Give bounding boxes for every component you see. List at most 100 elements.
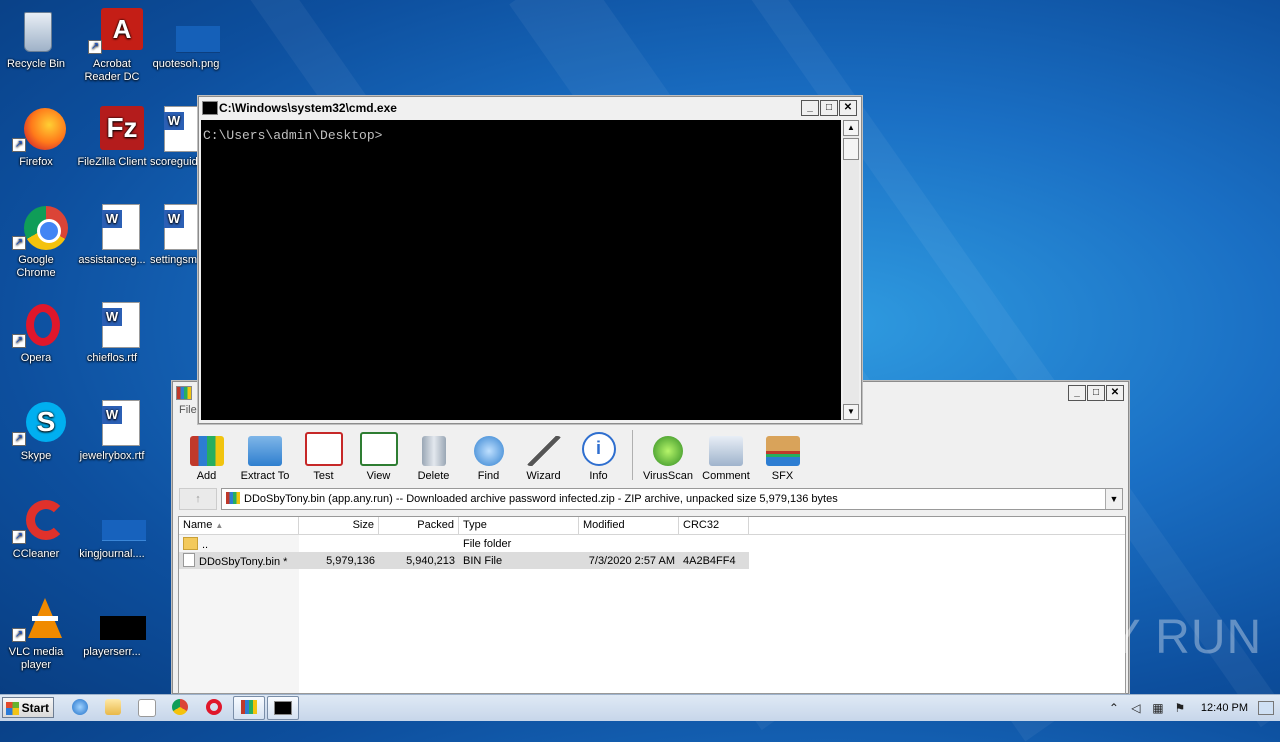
wizard-button[interactable]: Wizard [516,436,571,486]
file-explorer-icon[interactable] [105,699,121,715]
find-button[interactable]: Find [461,436,516,486]
add-button[interactable]: Add [179,436,234,486]
sfx-button[interactable]: SFX [755,436,810,486]
desktop-icon-acrobat[interactable]: A ↗ Acrobat Reader DC [76,8,148,84]
cmd-window[interactable]: C:\Windows\system32\cmd.exe _ □ ✕ C:\Use… [198,96,862,424]
extract-folder-icon [248,436,282,466]
scroll-down-arrow[interactable]: ▼ [843,404,859,420]
sort-up-icon: ▲ [215,521,224,530]
image-file-icon [162,8,220,54]
col-name-label: Name [183,519,213,531]
close-button[interactable]: ✕ [839,100,857,116]
desktop-icon-scoreguid[interactable]: W scoreguid [150,106,198,169]
minimize-button[interactable]: _ [801,100,819,116]
desktop-icon-chrome[interactable]: ↗ Google Chrome [0,204,72,280]
clock[interactable]: 12:40 PM [1201,702,1248,714]
desktop-icon-label: Skype [20,450,52,462]
show-hidden-icons-icon[interactable]: ⌃ [1107,701,1121,715]
maximize-button[interactable]: □ [1087,385,1105,401]
desktop-icon-ccleaner[interactable]: ↗ CCleaner [0,498,72,561]
col-modified[interactable]: Modified [579,517,679,534]
delete-button[interactable]: Delete [406,436,461,486]
menu-file[interactable]: File [179,404,197,416]
scroll-thumb[interactable] [843,138,859,160]
row-type: File folder [463,537,512,550]
chrome-taskbar-icon[interactable] [172,699,188,715]
winrar-window[interactable]: _ □ ✕ File Add Extract To Test View Dele… [172,381,1129,694]
up-folder-button[interactable]: ↑ [179,488,217,510]
col-type[interactable]: Type [459,517,579,534]
maximize-button[interactable]: □ [820,100,838,116]
file-list[interactable]: Name ▲ Size Packed Type Modified CRC32 .… [178,516,1126,694]
desktop-icon-settingsm[interactable]: W settingsm [150,204,198,267]
desktop-icon-skype[interactable]: S ↗ Skype [0,400,72,463]
recycle-bin-icon [12,8,60,54]
minimize-button[interactable]: _ [1068,385,1086,401]
cmd-titlebar[interactable]: C:\Windows\system32\cmd.exe _ □ ✕ [199,97,861,119]
show-desktop-button[interactable] [1258,701,1274,715]
desktop-icon-assistanceg[interactable]: W assistanceg... [76,204,148,267]
desktop-icon-recycle-bin[interactable]: Recycle Bin [0,8,72,71]
desktop-icon-quotesoh[interactable]: quotesoh.png [150,8,222,71]
table-row[interactable]: .. File folder [179,535,1125,552]
col-size[interactable]: Size [299,517,379,534]
desktop-icon-label: settingsm [150,254,198,266]
comment-button[interactable]: Comment [697,436,755,486]
opera-taskbar-icon[interactable] [206,699,222,715]
winrar-toolbar: Add Extract To Test View Delete Find Wiz… [179,426,1119,486]
cmd-taskbar-button[interactable] [267,696,299,720]
filezilla-icon: Fz [88,106,144,152]
word-document-icon: W [88,302,140,348]
desktop-icon-filezilla[interactable]: Fz FileZilla Client [76,106,148,169]
desktop-icon-playerserr[interactable]: playerserr... [76,596,148,659]
virusscan-label: VirusScan [643,470,693,482]
comment-icon [709,436,743,466]
table-row-selected[interactable]: DDoSbyTony.bin * 5,979,136 5,940,213 BIN… [179,552,749,569]
file-icon [183,553,195,567]
col-packed[interactable]: Packed [379,517,459,534]
scroll-up-arrow[interactable]: ▲ [843,120,859,136]
path-field[interactable]: DDoSbyTony.bin (app.any.run) -- Download… [221,488,1123,510]
media-player-icon[interactable] [138,699,156,717]
word-document-icon: W [164,106,198,152]
windows-flag-icon [6,702,19,715]
winrar-app-icon [176,386,192,400]
view-button[interactable]: View [351,432,406,486]
vertical-scrollbar[interactable]: ▲ ▼ [843,120,859,420]
info-label: Info [589,470,608,482]
col-name[interactable]: Name ▲ [179,517,299,534]
row-name-cell: .. [179,536,299,551]
desktop-icon-kingjournal[interactable]: kingjournal.... [76,498,148,561]
virusscan-button[interactable]: VirusScan [639,436,697,486]
info-icon: i [581,432,616,466]
desktop-icon-label: kingjournal.... [79,548,145,560]
desktop-icon-vlc[interactable]: ↗ VLC media player [0,596,72,672]
col-crc[interactable]: CRC32 [679,517,749,534]
start-label: Start [21,701,49,715]
desktop-icon-jewelrybox[interactable]: W jewelrybox.rtf [76,400,148,463]
info-button[interactable]: i Info [571,432,626,486]
path-dropdown-arrow[interactable]: ▼ [1105,489,1122,509]
desktop-icon-chieflos[interactable]: W chieflos.rtf [76,302,148,365]
action-center-flag-icon[interactable]: ⚑ [1173,701,1187,715]
black-file-icon [88,596,146,642]
winrar-taskbar-button[interactable] [233,696,265,720]
desktop-icon-label: quotesoh.png [152,58,220,70]
test-button[interactable]: Test [296,432,351,486]
desktop-icon-label: jewelrybox.rtf [79,450,145,462]
internet-explorer-icon[interactable] [72,699,88,715]
find-magnifier-icon [473,436,504,466]
desktop-icon-opera[interactable]: ↗ Opera [0,302,72,365]
network-icon[interactable]: ▦ [1151,701,1165,715]
view-book-icon [359,432,398,466]
desktop-icon-firefox[interactable]: ↗ Firefox [0,106,72,169]
desktop-icon-label: CCleaner [12,548,60,560]
word-document-icon: W [88,204,140,250]
console-area[interactable]: C:\Users\admin\Desktop> [201,120,841,420]
start-button[interactable]: Start [2,697,54,718]
close-button[interactable]: ✕ [1106,385,1124,401]
wizard-wand-icon [526,436,561,466]
volume-icon[interactable]: ◁ [1129,701,1143,715]
toolbar-separator [632,430,633,480]
extract-to-button[interactable]: Extract To [234,436,296,486]
